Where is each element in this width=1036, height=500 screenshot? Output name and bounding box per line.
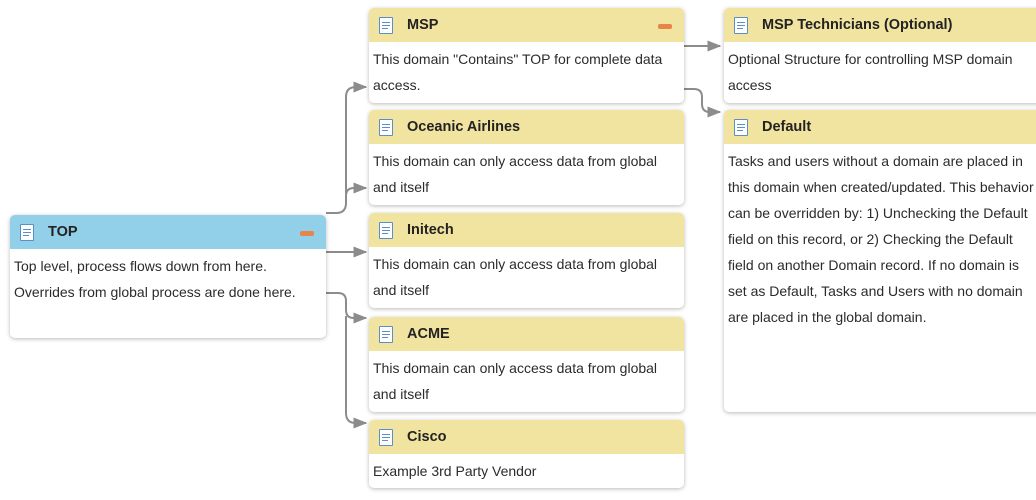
node-description: Tasks and users without a domain are pla… <box>728 153 1034 325</box>
document-icon <box>734 118 748 136</box>
node-description: This domain can only access data from gl… <box>373 256 658 298</box>
node-msp-technicians-header[interactable]: MSP Technicians (Optional) <box>724 8 1036 42</box>
node-title: Oceanic Airlines <box>407 119 521 135</box>
connector-msp-default <box>684 88 722 118</box>
document-icon <box>734 16 748 34</box>
node-description: Optional Structure for controlling MSP d… <box>728 51 1013 93</box>
connector-top-msp <box>326 81 368 214</box>
node-cisco-header[interactable]: Cisco <box>369 420 684 454</box>
document-icon <box>379 16 393 34</box>
node-description: This domain "Contains" TOP for complete … <box>373 51 663 93</box>
node-title: Default <box>762 119 812 135</box>
node-acme-header[interactable]: ACME <box>369 317 684 351</box>
node-top[interactable]: TOP Top level, process flows down from h… <box>10 215 326 338</box>
document-icon <box>20 223 34 241</box>
connector-top-cisco <box>345 316 368 429</box>
collapse-icon[interactable] <box>658 24 672 29</box>
document-icon <box>379 118 393 136</box>
node-title: Cisco <box>407 429 447 445</box>
node-description: Example 3rd Party Vendor <box>373 463 537 479</box>
node-cisco[interactable]: Cisco Example 3rd Party Vendor <box>369 420 684 488</box>
node-oceanic-airlines[interactable]: Oceanic Airlines This domain can only ac… <box>369 110 684 205</box>
node-top-header[interactable]: TOP <box>10 215 326 249</box>
node-title: MSP Technicians (Optional) <box>762 17 953 33</box>
collapse-icon[interactable] <box>300 231 314 236</box>
node-initech[interactable]: Initech This domain can only access data… <box>369 213 684 308</box>
document-icon <box>379 221 393 239</box>
node-description: Top level, process flows down from here.… <box>14 258 296 300</box>
node-title: MSP <box>407 17 439 33</box>
node-title: ACME <box>407 326 450 342</box>
node-title: TOP <box>48 224 78 240</box>
connector-top-acme <box>326 292 368 324</box>
node-description: This domain can only access data from gl… <box>373 360 658 402</box>
node-msp-header[interactable]: MSP <box>369 8 684 42</box>
document-icon <box>379 428 393 446</box>
node-msp[interactable]: MSP This domain "Contains" TOP for compl… <box>369 8 684 103</box>
node-description: This domain can only access data from gl… <box>373 153 658 195</box>
node-acme[interactable]: ACME This domain can only access data fr… <box>369 317 684 412</box>
node-title: Initech <box>407 222 454 238</box>
node-default[interactable]: Default Tasks and users without a domain… <box>724 110 1036 412</box>
node-oceanic-airlines-header[interactable]: Oceanic Airlines <box>369 110 684 144</box>
node-initech-header[interactable]: Initech <box>369 213 684 247</box>
node-msp-technicians[interactable]: MSP Technicians (Optional) Optional Stru… <box>724 8 1036 103</box>
document-icon <box>379 325 393 343</box>
connector-top-oceanic <box>345 182 368 198</box>
node-default-header[interactable]: Default <box>724 110 1036 144</box>
